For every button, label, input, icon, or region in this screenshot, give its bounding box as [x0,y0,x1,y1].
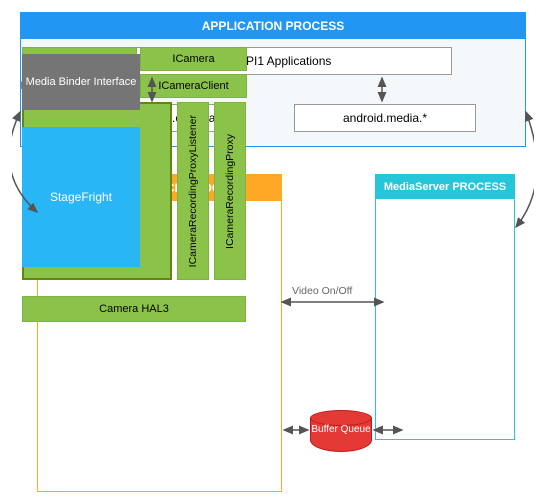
icamera-client-box: ICameraClient [140,74,247,98]
video-on-off-label: Video On/Off [292,285,352,297]
media-binder-interface-box: Media Binder Interface [22,54,140,110]
camera-hal3-box: Camera HAL3 [22,296,246,322]
application-process-title: APPLICATION PROCESS [21,13,525,39]
mediaserver-process-title: MediaServer PROCESS [376,175,514,199]
mediaserver-process-box: MediaServer PROCESS [375,174,515,440]
architecture-diagram: APPLICATION PROCESS Camera API1 Applicat… [12,12,534,492]
icamera-box: ICamera [140,47,247,71]
stagefright-box: StageFright [22,127,140,267]
buffer-queue-label: Buffer Queue [310,424,372,435]
android-media-box: android.media.* [294,104,476,132]
buffer-queue-cylinder: Buffer Queue [310,410,372,452]
icamera-recording-proxy-listener-box: ICameraRecordingProxyListener [177,102,209,280]
icamera-recording-proxy-box: ICameraRecordingProxy [214,102,246,280]
